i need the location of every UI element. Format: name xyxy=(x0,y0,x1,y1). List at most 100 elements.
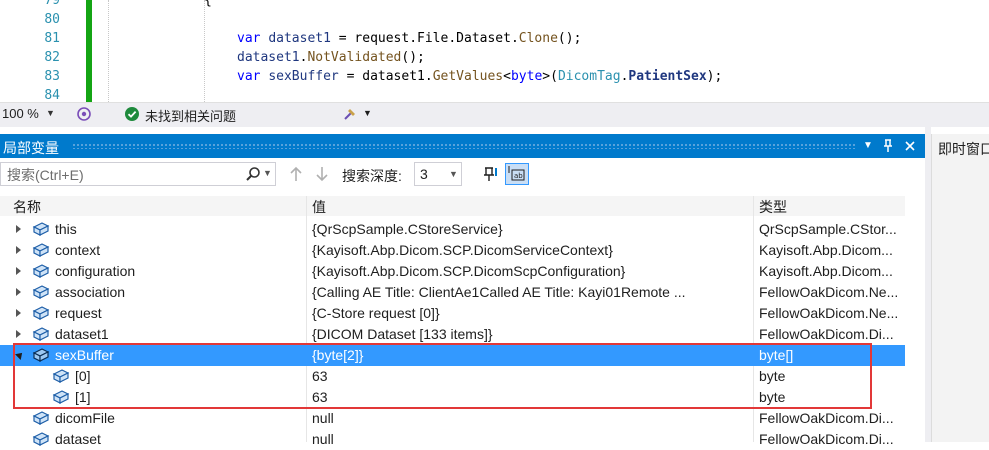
object-field-icon xyxy=(52,369,70,383)
code-text: (); xyxy=(557,31,582,46)
table-row[interactable]: context {Kayisoft.Abp.Dicom.SCP.DicomServ… xyxy=(0,240,905,261)
code-line-83[interactable]: var sexBuffer = dataset1.GetValues<byte>… xyxy=(237,67,722,86)
immediate-window[interactable]: 即时窗口 xyxy=(931,134,989,442)
code-line-81[interactable]: var dataset1 = request.File.Dataset.Clon… xyxy=(237,29,581,48)
code-line-82[interactable]: dataset1.NotValidated(); xyxy=(237,48,425,67)
line-number: 80 xyxy=(44,12,60,27)
table-row[interactable]: request {C-Store request [0]} FellowOakDic… xyxy=(0,303,905,324)
search-box[interactable]: ▼ xyxy=(0,162,276,186)
arrow-down-icon[interactable] xyxy=(315,165,329,183)
zoom-level[interactable]: 100 % xyxy=(2,106,39,121)
column-type[interactable]: 类型 xyxy=(759,197,787,217)
table-row[interactable]: configuration {Kayisoft.Abp.Dicom.SCP.Dic… xyxy=(0,261,905,282)
pin-to-source-icon[interactable] xyxy=(481,164,501,184)
editor-status-bar: 100 % ▼ 未找到相关问题 ▼ xyxy=(0,102,989,127)
cell-value: {QrScpSample.CStoreService} xyxy=(312,221,503,237)
expand-arrow-icon[interactable] xyxy=(16,330,21,338)
change-bar xyxy=(86,0,92,102)
method: GetValues xyxy=(432,69,504,84)
chevron-down-icon[interactable]: ▼ xyxy=(46,108,55,118)
object-field-icon xyxy=(32,306,50,320)
search-input[interactable] xyxy=(5,166,239,184)
object-field-icon xyxy=(32,327,50,341)
cell-value: {Kayisoft.Abp.Dicom.SCP.DicomScpConfigur… xyxy=(312,263,626,279)
cell-value: {C-Store request [0]} xyxy=(312,305,440,321)
search-depth-label: 搜索深度: xyxy=(342,168,402,184)
code-line-79[interactable]: { xyxy=(204,0,212,10)
cell-name: context xyxy=(55,242,101,258)
cell-type: byte xyxy=(759,389,786,405)
table-row[interactable]: dataset null FellowOakDicom.Di... xyxy=(0,429,905,450)
object-field-icon xyxy=(32,243,50,257)
intellicode-icon[interactable] xyxy=(76,106,92,122)
chevron-down-icon[interactable]: ▼ xyxy=(263,168,272,178)
cell-value: null xyxy=(312,410,334,426)
cell-name: dataset1 xyxy=(55,326,109,342)
immediate-window-tab[interactable]: 即时窗口 xyxy=(938,139,989,159)
chevron-down-icon[interactable]: ▼ xyxy=(449,169,458,179)
chevron-down-icon[interactable]: ▼ xyxy=(363,108,372,118)
line-number-gutter: 79 80 81 82 83 84 xyxy=(0,0,66,102)
table-row[interactable]: dataset1 {DICOM Dataset [133 items]} Fello… xyxy=(0,324,905,345)
collapse-arrow-icon[interactable] xyxy=(15,350,25,360)
cell-name: [0] xyxy=(75,368,91,384)
keyword: var xyxy=(237,69,261,84)
expand-arrow-icon[interactable] xyxy=(16,267,21,275)
cell-value: 63 xyxy=(312,368,328,384)
code-text: = dataset1. xyxy=(338,69,433,84)
expand-arrow-icon[interactable] xyxy=(16,288,21,296)
type-name: DicomTag xyxy=(557,69,621,84)
expand-arrow-icon[interactable] xyxy=(16,246,21,254)
window-title: 局部变量 xyxy=(3,140,59,156)
indent-guide xyxy=(108,0,109,102)
column-value[interactable]: 值 xyxy=(312,197,326,217)
line-number: 81 xyxy=(44,31,60,46)
indent-guide xyxy=(204,0,205,102)
table-row[interactable]: this {QrScpSample.CStoreService} QrScpSamp… xyxy=(0,219,905,240)
expand-arrow-icon[interactable] xyxy=(16,225,21,233)
search-depth-select[interactable]: 3 ▼ xyxy=(414,162,462,186)
object-field-icon xyxy=(52,390,70,404)
cell-type: FellowOakDicom.Ne... xyxy=(759,305,899,321)
column-name[interactable]: 名称 xyxy=(13,197,41,217)
search-icon[interactable] xyxy=(245,166,261,182)
table-row[interactable]: [1] 63 byte xyxy=(0,387,905,408)
expand-arrow-icon[interactable] xyxy=(16,309,21,317)
issues-status[interactable]: 未找到相关问题 xyxy=(145,106,236,125)
hex-display-button[interactable]: ab xyxy=(505,163,529,185)
cell-name: dicomFile xyxy=(55,410,115,426)
check-circle-icon xyxy=(125,107,139,121)
cell-value: {byte[2]} xyxy=(312,347,364,363)
line-number: 82 xyxy=(44,50,60,65)
code-text: < xyxy=(503,69,511,84)
table-row[interactable]: dicomFile null FellowOakDicom.Di... xyxy=(0,408,905,429)
cell-name: dataset xyxy=(55,431,101,447)
brush-icon[interactable] xyxy=(342,106,358,122)
cell-type: FellowOakDicom.Di... xyxy=(759,326,894,342)
locals-titlebar[interactable]: 局部变量 ▼ xyxy=(0,134,925,158)
code-text: >( xyxy=(542,69,558,84)
cell-name: configuration xyxy=(55,263,136,279)
cell-type: Kayisoft.Abp.Dicom... xyxy=(759,242,893,258)
window-menu-icon[interactable]: ▼ xyxy=(859,137,877,155)
column-header: 名称 值 类型 xyxy=(0,196,905,216)
keyword: var xyxy=(237,31,261,46)
code-text: = request.File.Dataset. xyxy=(330,31,519,46)
object-field-icon xyxy=(32,222,50,236)
line-number: 79 xyxy=(44,0,60,8)
variable: dataset1 xyxy=(268,31,331,46)
variable: dataset1 xyxy=(237,50,300,65)
pin-icon[interactable] xyxy=(879,137,897,155)
object-field-icon xyxy=(32,432,50,446)
table-row[interactable]: association {Calling AE Title: ClientAe1C… xyxy=(0,282,905,303)
line-number: 84 xyxy=(44,88,60,102)
table-row[interactable]: sexBuffer {byte[2]} byte[] xyxy=(0,345,905,366)
cell-type: FellowOakDicom.Di... xyxy=(759,410,894,426)
close-icon[interactable] xyxy=(901,137,919,155)
code-text: ); xyxy=(706,69,723,84)
arrow-up-icon[interactable] xyxy=(289,165,303,183)
code-editor[interactable]: 79 80 81 82 83 84 { var dataset1 = reque… xyxy=(0,0,989,102)
cell-type: FellowOakDicom.Di... xyxy=(759,431,894,447)
table-row[interactable]: [0] 63 byte xyxy=(0,366,905,387)
cell-name: request xyxy=(55,305,102,321)
